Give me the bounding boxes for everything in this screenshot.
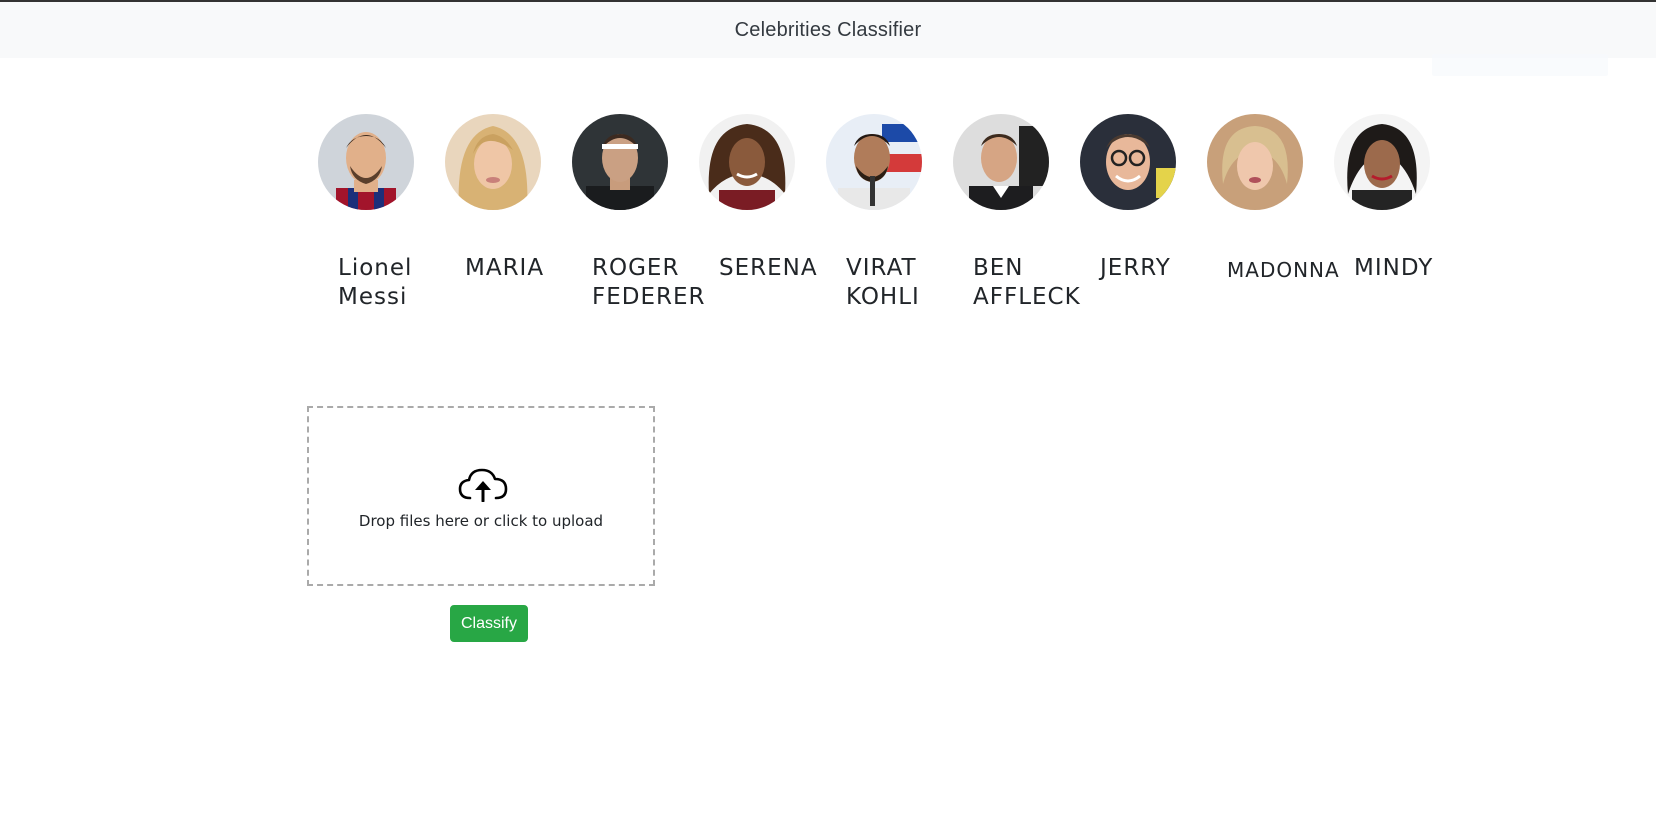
celebrity-name: MADONNA: [1227, 258, 1340, 282]
cloud-upload-icon: [458, 468, 508, 502]
celebrity-name: MARIA: [465, 255, 545, 281]
celebrity-photo-madonna: [1207, 114, 1303, 210]
celebrity-photo-roger: [572, 114, 668, 210]
celebrity-name: BEN AFFLECK: [973, 255, 1081, 310]
portrait-photo-icon: [1207, 114, 1303, 210]
celebrity-photo-ben: [953, 114, 1049, 210]
celebrity-photo-virat: [826, 114, 922, 210]
file-dropzone[interactable]: Drop files here or click to upload: [307, 406, 655, 586]
celebrity-photo-mindy: [1334, 114, 1430, 210]
celebrity-name: Lionel Messi: [338, 255, 413, 310]
celebrity-photo-jerry: [1080, 114, 1176, 210]
ghost-toolbar: [1432, 54, 1608, 76]
celebrity-photo-maria: [445, 114, 541, 210]
celebrity-name: SERENA: [719, 255, 818, 281]
portrait-photo-icon: [445, 114, 541, 210]
portrait-photo-icon: [953, 114, 1049, 210]
navbar: Celebrities Classifier: [0, 2, 1656, 58]
page: Celebrities Classifier Lionel Messi MARI…: [0, 0, 1656, 834]
celebrity-name: JERRY: [1100, 255, 1171, 281]
portrait-photo-icon: [572, 114, 668, 210]
celebrity-name: VIRAT KOHLI: [846, 255, 920, 310]
navbar-brand[interactable]: Celebrities Classifier: [735, 19, 922, 42]
classify-button[interactable]: Classify: [450, 605, 528, 642]
portrait-photo-icon: [699, 114, 795, 210]
dropzone-message: Drop files here or click to upload: [358, 512, 604, 530]
celebrity-gallery: Lionel Messi MARIA ROGER FEDERER SERENA …: [316, 114, 1456, 334]
celebrity-name: ROGER FEDERER: [592, 255, 706, 310]
celebrity-photo-messi: [318, 114, 414, 210]
portrait-photo-icon: [1080, 114, 1176, 210]
celebrity-photo-serena: [699, 114, 795, 210]
portrait-photo-icon: [1334, 114, 1430, 210]
portrait-photo-icon: [318, 114, 414, 210]
celebrity-name: MINDY: [1354, 255, 1434, 281]
portrait-photo-icon: [826, 114, 922, 210]
